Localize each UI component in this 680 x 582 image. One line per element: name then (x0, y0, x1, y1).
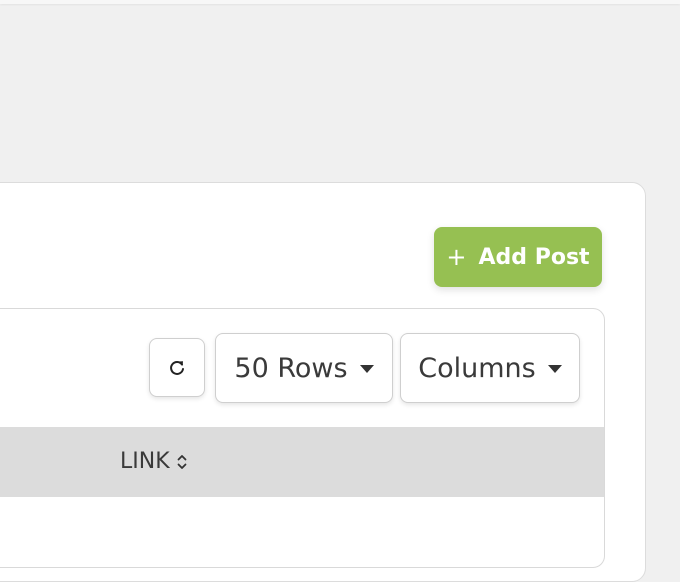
table-header-row (0, 427, 604, 497)
rows-per-page-dropdown[interactable]: 50 Rows (215, 333, 393, 403)
columns-label: Columns (418, 352, 536, 384)
refresh-icon (170, 360, 184, 375)
add-post-label: Add Post (478, 244, 590, 270)
columns-dropdown[interactable]: Columns (400, 333, 580, 403)
rows-per-page-label: 50 Rows (234, 352, 348, 384)
column-header-link[interactable]: LINK (120, 449, 188, 474)
add-post-button[interactable]: + Add Post (434, 227, 602, 287)
column-header-link-label: LINK (120, 449, 170, 474)
plus-icon: + (446, 243, 467, 271)
caret-down-icon (547, 365, 562, 373)
refresh-button[interactable] (149, 338, 205, 397)
sort-icon (177, 454, 187, 469)
top-bar (0, 0, 680, 4)
caret-down-icon (359, 365, 374, 373)
